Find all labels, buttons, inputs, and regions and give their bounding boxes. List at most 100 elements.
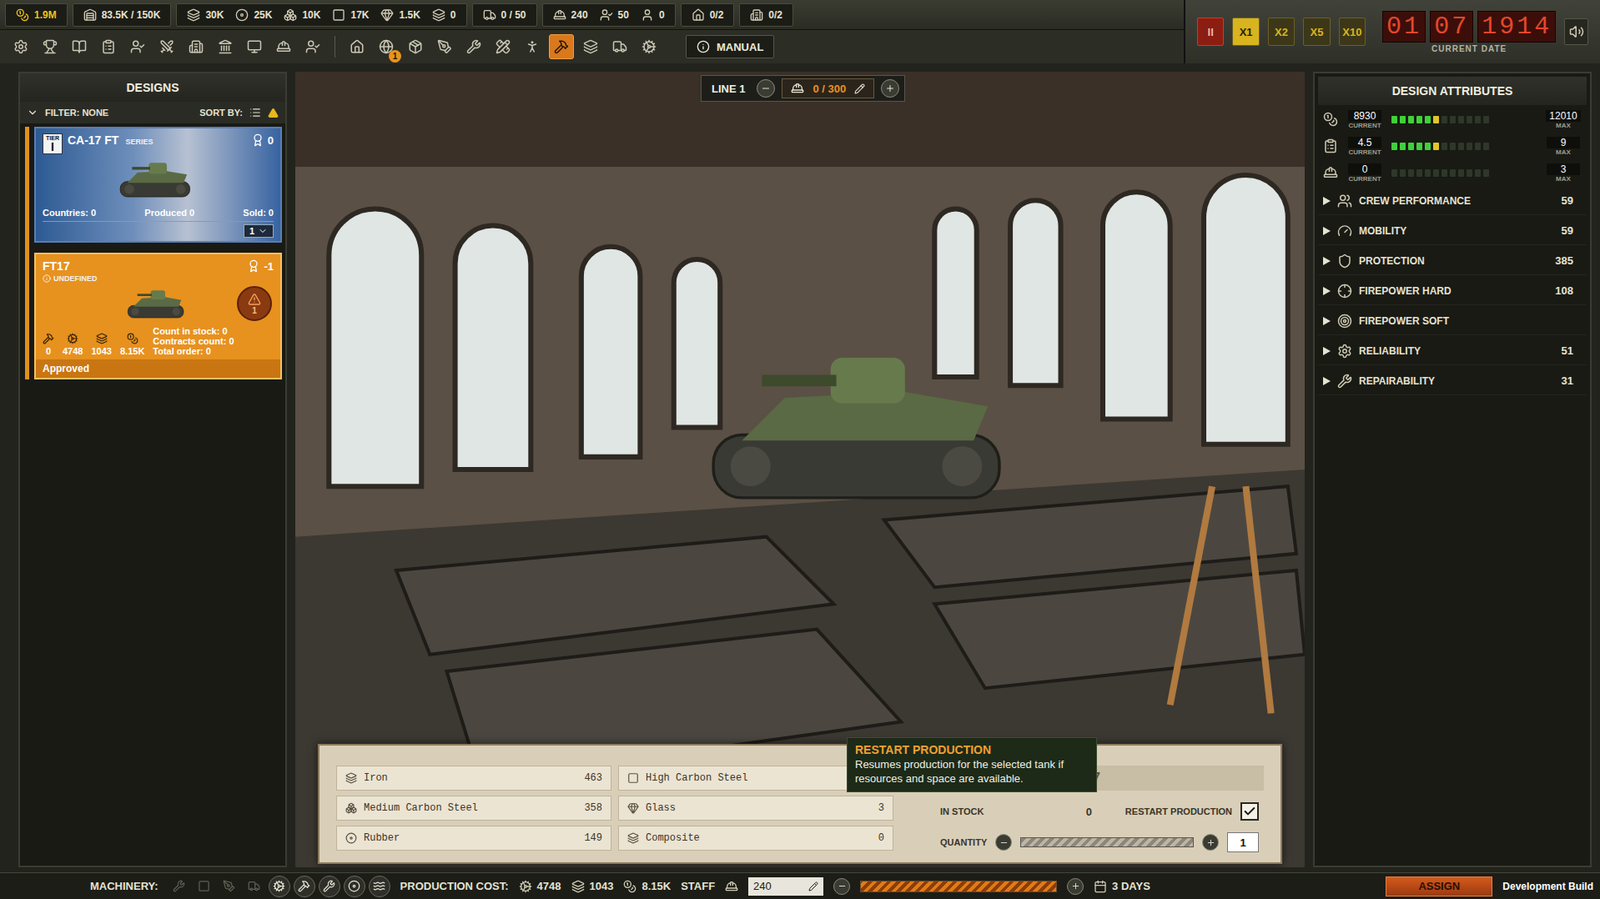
toolbar-button[interactable] bbox=[548, 34, 574, 60]
attributes-panel: DESIGN ATTRIBUTES8930CURRENT12010MAX4.5C… bbox=[1313, 71, 1592, 868]
ingot-icon bbox=[283, 8, 297, 22]
toolbar-button[interactable] bbox=[241, 34, 267, 60]
machinery-item[interactable] bbox=[218, 875, 241, 898]
meter-led bbox=[1416, 142, 1423, 151]
line-plus-button[interactable] bbox=[880, 79, 900, 98]
toolbar-button[interactable] bbox=[490, 34, 516, 60]
staff-field[interactable]: 240 bbox=[748, 877, 824, 896]
staff-slider[interactable] bbox=[860, 880, 1057, 893]
sort-icon bbox=[267, 107, 279, 119]
toolbar-button[interactable] bbox=[154, 34, 180, 60]
expand-arrow-icon bbox=[1323, 196, 1331, 206]
crane-icon bbox=[247, 880, 261, 893]
line-minus-button[interactable] bbox=[756, 79, 775, 98]
filter-row[interactable]: FILTER: NONESORT BY: bbox=[20, 101, 286, 124]
assign-button[interactable]: ASSIGN bbox=[1385, 876, 1493, 897]
restart-checkbox[interactable] bbox=[1240, 802, 1259, 821]
requirement-value: 3 bbox=[878, 802, 885, 815]
meter-led bbox=[1458, 142, 1465, 151]
resource-value: 83.5K / 150K bbox=[101, 9, 162, 21]
machinery-item[interactable] bbox=[293, 875, 316, 898]
speed-button[interactable]: X5 bbox=[1303, 17, 1330, 46]
machinery-item[interactable] bbox=[368, 875, 391, 898]
design-card[interactable]: TIERICA-17 FTSERIES0Countries: 0Produced… bbox=[34, 126, 282, 243]
manual-button[interactable]: MANUAL bbox=[685, 35, 775, 59]
attribute-row[interactable]: CREW PERFORMANCE59 bbox=[1318, 186, 1587, 216]
attribute-row[interactable]: FIREPOWER SOFT bbox=[1318, 306, 1587, 336]
meter-leds bbox=[1391, 169, 1537, 177]
expand-arrow-icon bbox=[1323, 316, 1331, 326]
press-icon bbox=[197, 880, 211, 893]
resource-value: 1.9M bbox=[34, 9, 57, 21]
toolbar-button[interactable] bbox=[300, 34, 326, 60]
requirement-row: Composite0 bbox=[618, 825, 894, 851]
toolbar-button[interactable]: 1 bbox=[373, 34, 399, 60]
attribute-row[interactable]: RELIABILITY51 bbox=[1318, 337, 1587, 366]
machinery-list bbox=[168, 875, 391, 898]
toolbar-button[interactable] bbox=[578, 34, 604, 60]
attribute-row[interactable]: PROTECTION385 bbox=[1318, 246, 1587, 276]
card-dropdown[interactable]: 1 bbox=[243, 224, 274, 238]
meter-led bbox=[1433, 142, 1439, 151]
production-view: LINE 10 / 300Iron463Medium Carbon Steel3… bbox=[295, 71, 1305, 868]
toolbar-button[interactable] bbox=[66, 34, 92, 60]
workers-icon bbox=[553, 8, 567, 22]
sound-button[interactable] bbox=[1564, 18, 1589, 46]
speed-button[interactable]: X1 bbox=[1232, 17, 1259, 46]
toolbar-button[interactable] bbox=[8, 34, 34, 60]
resource-item: 30K bbox=[186, 8, 224, 22]
toolbar-button[interactable] bbox=[271, 34, 297, 60]
drill-icon bbox=[322, 880, 336, 893]
speed-button[interactable]: X10 bbox=[1338, 17, 1366, 46]
resource-item: 0 / 50 bbox=[483, 8, 527, 22]
hr-icon bbox=[188, 39, 204, 55]
toolbar-button[interactable] bbox=[125, 34, 151, 60]
quantity-slider[interactable] bbox=[1020, 837, 1194, 848]
hammer-icon bbox=[42, 332, 55, 345]
staff-plus-button[interactable] bbox=[1066, 878, 1084, 896]
card-name: CA-17 FT bbox=[67, 133, 119, 147]
toolbar-button[interactable] bbox=[519, 34, 545, 60]
staff-icon bbox=[130, 39, 146, 55]
resource-value: 0 bbox=[659, 9, 665, 21]
resource-item: 50 bbox=[599, 8, 629, 22]
toolbar-button[interactable] bbox=[432, 34, 458, 60]
meter-led bbox=[1483, 169, 1490, 177]
card-counts: Count in stock: 0Contracts count: 0Total… bbox=[152, 326, 234, 357]
meter-led bbox=[1466, 169, 1473, 177]
toolbar-group bbox=[8, 34, 326, 60]
quantity-minus-button[interactable] bbox=[995, 834, 1012, 851]
staff-minus-button[interactable] bbox=[833, 878, 851, 896]
toolbar-button[interactable] bbox=[607, 34, 633, 60]
quantity-plus-button[interactable] bbox=[1202, 834, 1219, 851]
date-part: 01 bbox=[1382, 10, 1426, 43]
resource-item: 17K bbox=[332, 8, 369, 22]
attribute-row[interactable]: REPAIRABILITY31 bbox=[1318, 367, 1587, 396]
toolbar-button[interactable] bbox=[461, 34, 487, 60]
attribute-row[interactable]: MOBILITY59 bbox=[1318, 216, 1587, 246]
attribute-row[interactable]: FIREPOWER HARD108 bbox=[1318, 276, 1587, 306]
machinery-item[interactable] bbox=[193, 875, 216, 898]
toolbar-button[interactable] bbox=[344, 34, 370, 60]
requirement-value: 463 bbox=[583, 772, 603, 785]
machinery-item[interactable] bbox=[343, 875, 366, 898]
machinery-item[interactable] bbox=[168, 875, 191, 898]
toolbar-button[interactable] bbox=[183, 34, 209, 60]
toolbar-button[interactable] bbox=[95, 34, 121, 60]
resource-value: 240 bbox=[571, 9, 589, 21]
toolbar-button[interactable] bbox=[37, 34, 63, 60]
speed-button[interactable]: X2 bbox=[1267, 17, 1295, 46]
toolbar-button[interactable] bbox=[636, 34, 662, 60]
toolbar-button[interactable] bbox=[402, 34, 428, 60]
machinery-item[interactable] bbox=[318, 875, 341, 898]
toolbar-button[interactable] bbox=[212, 34, 238, 60]
panel-title: DESIGNS bbox=[20, 73, 286, 102]
duration: 3 DAYS bbox=[1093, 880, 1151, 894]
speed-button[interactable]: II bbox=[1197, 17, 1224, 46]
quantity-field[interactable]: 1 bbox=[1227, 832, 1259, 853]
design-card[interactable]: FT17UNDEFINED-110474810438.15KCount in s… bbox=[34, 252, 282, 380]
machinery-item[interactable] bbox=[268, 875, 291, 898]
machinery-item[interactable] bbox=[243, 875, 266, 898]
meter-led bbox=[1433, 169, 1439, 177]
warning-badge[interactable]: 1 bbox=[236, 286, 272, 322]
